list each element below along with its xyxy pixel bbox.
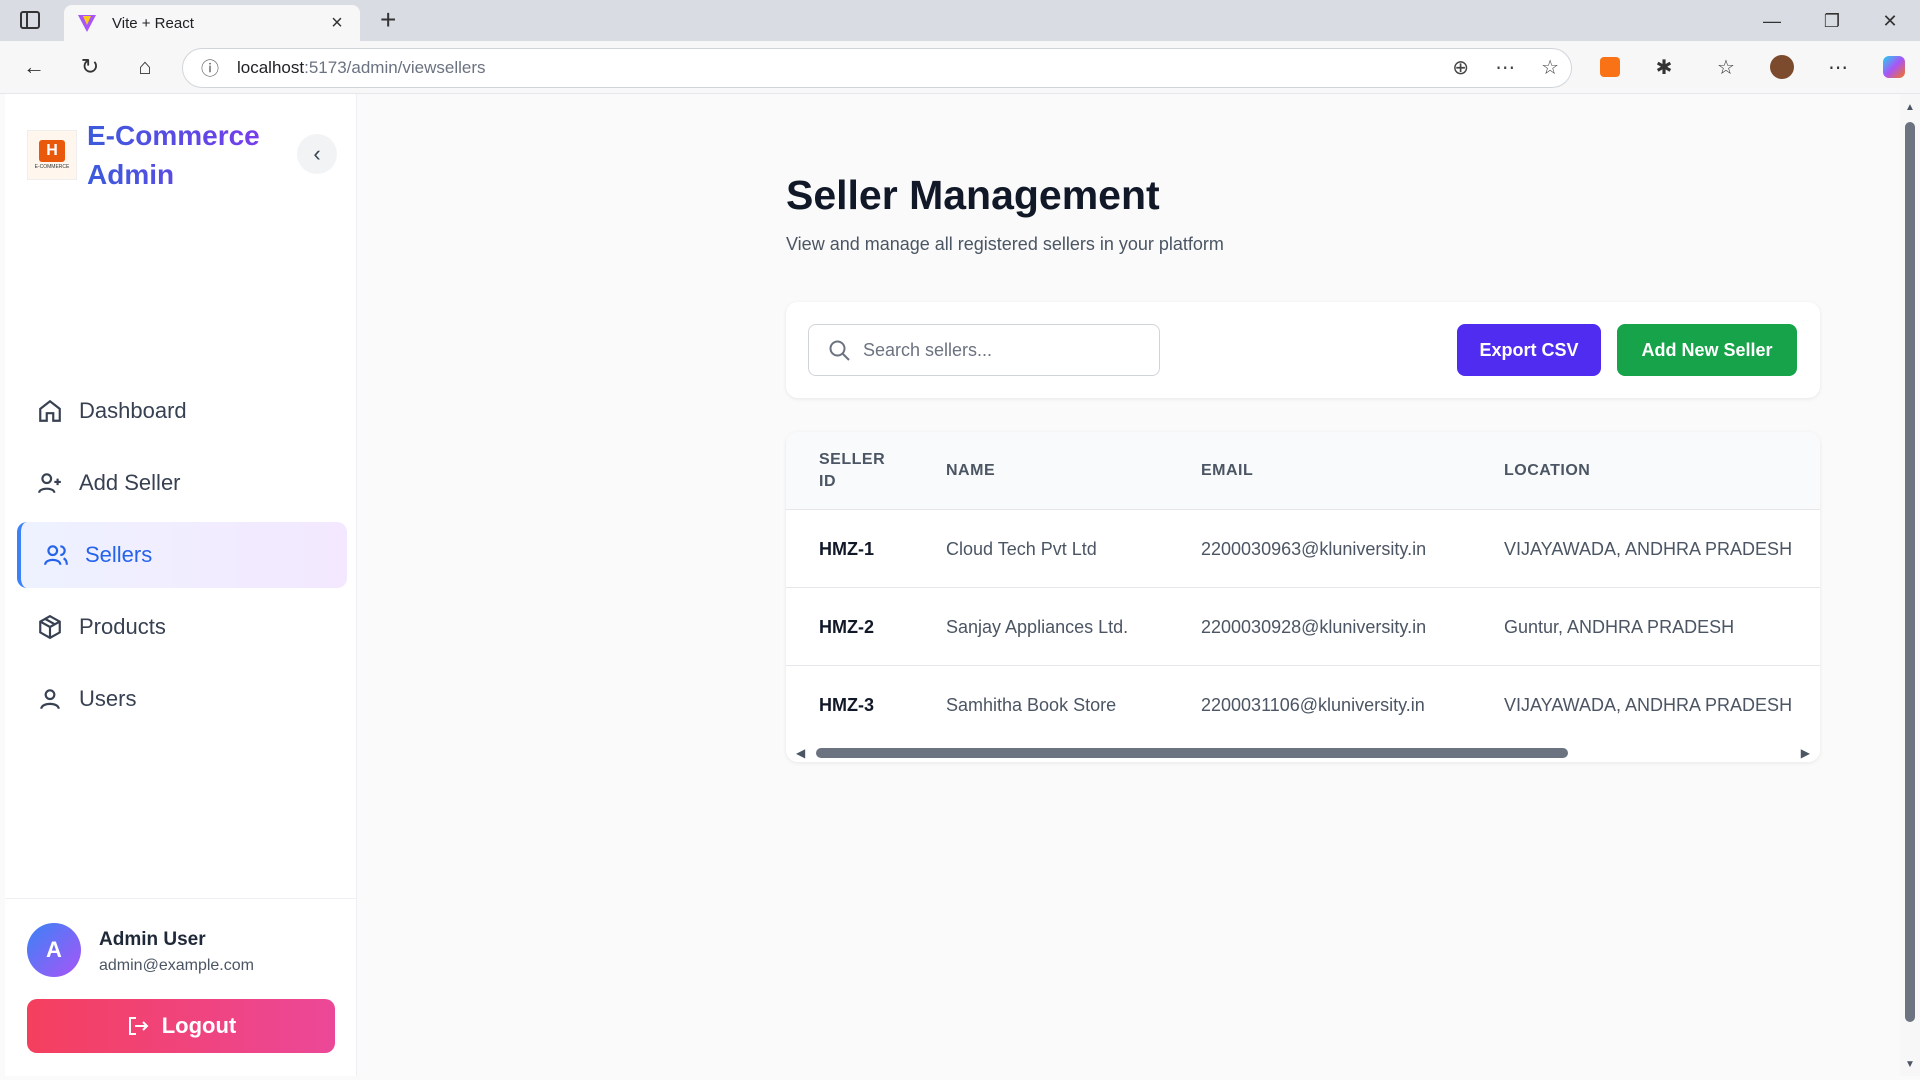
extension-orange-icon[interactable]	[1596, 53, 1624, 81]
sidebar-item-users[interactable]: Users	[17, 666, 347, 732]
table-header: SELLER ID NAME EMAIL LOCATION	[786, 432, 1820, 510]
user-icon	[35, 684, 65, 714]
sidebar-toggle-icon[interactable]	[20, 11, 40, 29]
sidebar-item-label: Sellers	[85, 542, 153, 567]
toolbar-card: Export CSV Add New Seller	[786, 302, 1820, 398]
url-field[interactable]: ⓘ localhost:5173/admin/viewsellers ⊕ ⋯ ☆	[182, 48, 1572, 88]
cell-email: 2200031106@kluniversity.in	[1201, 694, 1425, 715]
read-aloud-icon[interactable]: ⋯	[1495, 55, 1515, 80]
table-horizontal-scrollbar[interactable]: ◀ ▶	[786, 742, 1820, 762]
cell-location: VIJAYAWADA, ANDHRA PRADESH	[1504, 538, 1793, 559]
table-row[interactable]: HMZ-3 Samhitha Book Store 2200031106@klu…	[786, 666, 1820, 744]
favorites-icon[interactable]: ☆	[1712, 53, 1740, 81]
browser-tab[interactable]: Vite + React ×	[64, 5, 360, 41]
cell-seller-id: HMZ-3	[819, 694, 874, 715]
home-icon	[35, 396, 65, 426]
home-browser-icon[interactable]: ⌂	[131, 53, 159, 81]
copilot-icon[interactable]	[1880, 53, 1908, 81]
back-icon[interactable]: ←	[20, 53, 48, 81]
extensions-puzzle-icon[interactable]: ✱	[1650, 53, 1678, 81]
cell-location: Guntur, ANDHRA PRADESH	[1504, 616, 1735, 637]
browser-tab-bar: Vite + React × + — ❐ ✕	[0, 0, 1920, 41]
address-bar-row: ← ↻ ⌂ ⓘ localhost:5173/admin/viewsellers…	[0, 41, 1920, 94]
close-tab-icon[interactable]: ×	[326, 12, 348, 35]
user-name: Admin User	[99, 929, 206, 950]
page-vertical-scrollbar[interactable]: ▲ ▼	[1900, 94, 1920, 1076]
cell-seller-id: HMZ-1	[819, 538, 874, 559]
sidebar-item-label: Dashboard	[79, 398, 187, 423]
logout-button[interactable]: Logout	[27, 999, 335, 1053]
sidebar-item-dashboard[interactable]: Dashboard	[17, 378, 347, 444]
logout-icon	[126, 1014, 150, 1038]
scroll-up-icon[interactable]: ▲	[1905, 102, 1915, 113]
sidebar-item-add-seller[interactable]: Add Seller	[17, 450, 347, 516]
page-subtitle: View and manage all registered sellers i…	[786, 234, 1224, 254]
cell-location: VIJAYAWADA, ANDHRA PRADESH	[1504, 694, 1793, 715]
sidebar-nav: Dashboard Add Seller Sellers Products Us…	[17, 378, 347, 738]
search-input[interactable]	[863, 339, 1133, 361]
sellers-table: SELLER ID NAME EMAIL LOCATION HMZ-1 Clou…	[786, 432, 1820, 762]
url-host: localhost	[237, 58, 305, 77]
sidebar-item-label: Add Seller	[79, 470, 181, 495]
cell-seller-id: HMZ-2	[819, 616, 874, 637]
new-tab-icon[interactable]: +	[380, 6, 396, 34]
logout-label: Logout	[161, 1013, 237, 1038]
vite-logo-icon	[76, 12, 98, 34]
scroll-right-icon[interactable]: ▶	[1801, 746, 1810, 760]
sidebar-item-sellers[interactable]: Sellers	[17, 522, 347, 588]
table-row[interactable]: HMZ-2 Sanjay Appliances Ltd. 2200030928@…	[786, 588, 1820, 666]
more-options-icon[interactable]: ⋯	[1824, 53, 1852, 81]
cell-email: 2200030963@kluniversity.in	[1201, 538, 1427, 559]
site-info-icon[interactable]: ⓘ	[201, 55, 219, 81]
user-profile-block: A Admin User admin@example.com Logout	[5, 898, 357, 1076]
column-header-seller-id: SELLER ID	[819, 451, 886, 490]
column-header-location: LOCATION	[1504, 462, 1591, 479]
column-header-name: NAME	[946, 462, 996, 479]
scrollbar-thumb[interactable]	[1905, 122, 1915, 1022]
search-box	[808, 324, 1160, 376]
tab-title: Vite + React	[112, 14, 194, 32]
sidebar-item-label: Users	[79, 686, 137, 711]
scroll-down-icon[interactable]: ▼	[1905, 1059, 1915, 1070]
brand-name: E-Commerce Admin	[87, 116, 277, 194]
zoom-icon[interactable]: ⊕	[1452, 55, 1469, 80]
minimize-icon[interactable]: —	[1752, 6, 1792, 36]
profile-avatar-icon[interactable]	[1768, 53, 1796, 81]
search-icon	[827, 338, 851, 362]
user-email: admin@example.com	[99, 957, 254, 974]
close-window-icon[interactable]: ✕	[1870, 6, 1910, 36]
sidebar-item-label: Products	[79, 614, 166, 639]
page-title: Seller Management	[786, 172, 1160, 218]
user-plus-icon	[35, 468, 65, 498]
export-csv-button[interactable]: Export CSV	[1457, 324, 1601, 376]
sidebar: H E-COMMERCE E-Commerce Admin ‹ Dashboar…	[5, 94, 357, 1076]
cell-name: Samhitha Book Store	[946, 694, 1117, 715]
box-icon	[35, 612, 65, 642]
sidebar-item-products[interactable]: Products	[17, 594, 347, 660]
url-path: :5173/admin/viewsellers	[304, 58, 486, 77]
table-row[interactable]: HMZ-1 Cloud Tech Pvt Ltd 2200030963@klun…	[786, 510, 1820, 588]
collapse-sidebar-button[interactable]: ‹	[297, 134, 337, 174]
brand: H E-COMMERCE E-Commerce Admin	[27, 116, 277, 194]
avatar: A	[27, 923, 81, 977]
cell-email: 2200030928@kluniversity.in	[1201, 616, 1427, 637]
column-header-email: EMAIL	[1201, 462, 1254, 479]
reload-icon[interactable]: ↻	[76, 53, 104, 81]
scroll-left-icon[interactable]: ◀	[796, 746, 805, 760]
scrollbar-thumb[interactable]	[816, 748, 1568, 758]
users-icon	[41, 540, 71, 570]
chevron-left-icon: ‹	[313, 141, 321, 166]
cell-name: Sanjay Appliances Ltd.	[946, 616, 1129, 637]
brand-logo: H E-COMMERCE	[27, 130, 77, 180]
favorite-star-icon[interactable]: ☆	[1541, 55, 1559, 80]
restore-icon[interactable]: ❐	[1812, 6, 1852, 36]
add-new-seller-button[interactable]: Add New Seller	[1617, 324, 1797, 376]
cell-name: Cloud Tech Pvt Ltd	[946, 538, 1097, 559]
